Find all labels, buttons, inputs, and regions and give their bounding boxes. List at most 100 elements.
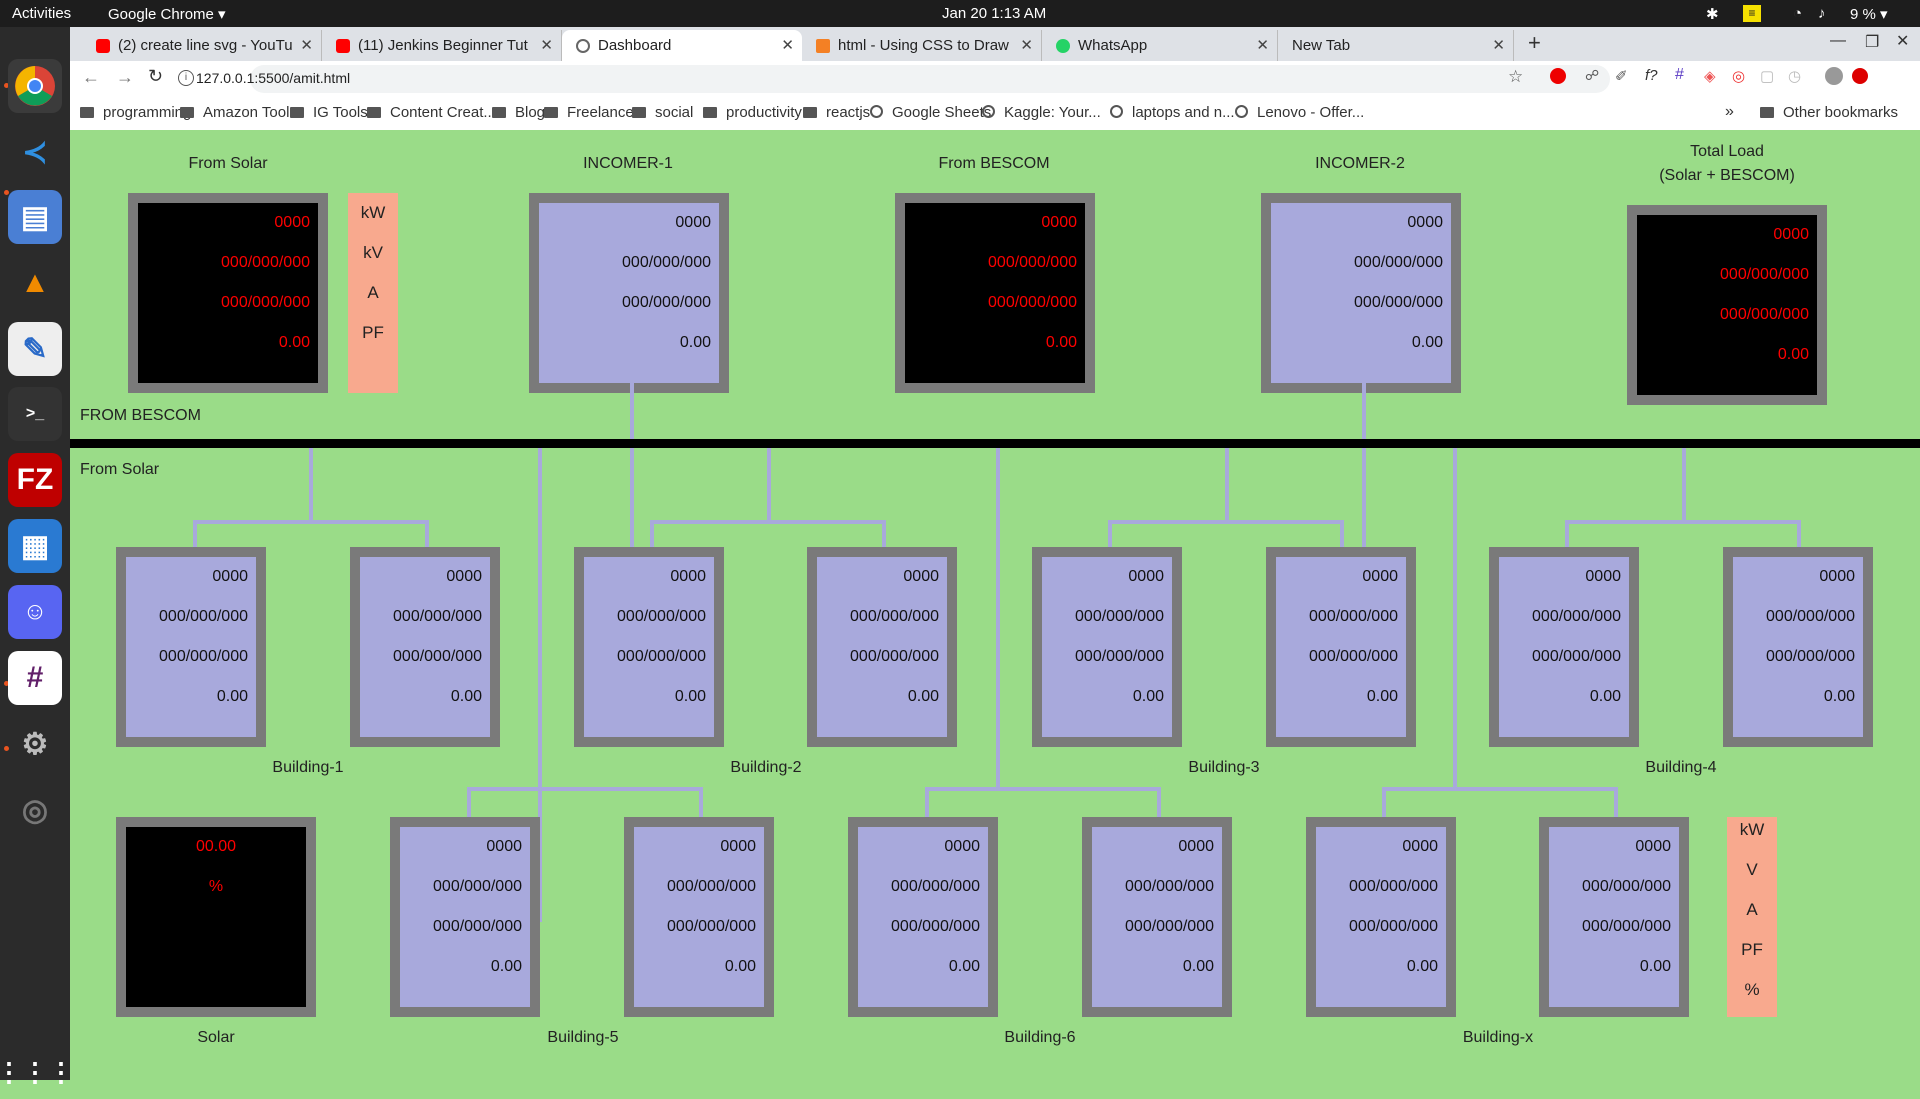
maximize-button[interactable]: ❐ — [1865, 32, 1879, 52]
text-editor-icon[interactable]: ✎ — [8, 322, 62, 376]
update-menu-icon[interactable] — [1852, 68, 1868, 84]
meter-kv: 000/000/000 — [1582, 878, 1671, 895]
clock[interactable]: Jan 20 1:13 AM — [942, 5, 1046, 22]
bookmark-link[interactable]: Lenovo - Offer... — [1235, 104, 1364, 121]
profile-avatar[interactable] — [1825, 67, 1843, 85]
pocket-extension-icon[interactable]: ◈ — [1704, 67, 1716, 85]
wifi-icon[interactable]: ◔ — [1793, 5, 1802, 22]
system-top-bar: Activities Google Chrome ▾ Jan 20 1:13 A… — [0, 0, 1920, 27]
tab-new-tab[interactable]: New Tab ✕ — [1278, 30, 1514, 61]
js-extension-icon[interactable]: ☍ — [1585, 67, 1599, 84]
new-tab-button[interactable]: + — [1528, 30, 1541, 56]
other-bookmarks-folder[interactable]: Other bookmarks — [1760, 104, 1898, 121]
close-tab-icon[interactable]: ✕ — [781, 36, 794, 54]
terminal-icon[interactable]: >_ — [8, 387, 62, 441]
meter-kw: 0000 — [486, 838, 522, 855]
more-bookmarks-icon[interactable]: » — [1725, 103, 1734, 121]
blank-extension-icon[interactable]: ▢ — [1760, 67, 1774, 85]
building-label: Building-6 — [1004, 1029, 1076, 1046]
bookmark-folder[interactable]: programming — [80, 104, 191, 121]
close-tab-icon[interactable]: ✕ — [1020, 36, 1033, 54]
bookmark-link[interactable]: Google Sheets — [870, 104, 991, 121]
bookmark-folder[interactable]: Amazon Tools — [180, 104, 297, 121]
forward-button[interactable]: → — [116, 67, 134, 88]
bookmark-folder[interactable]: social — [632, 104, 693, 121]
feeder-drop — [467, 787, 471, 817]
slack-icon[interactable]: # — [8, 651, 62, 705]
bookmark-folder[interactable]: Content Creat... — [367, 104, 496, 121]
bookmark-folder[interactable]: productivity — [703, 104, 802, 121]
total-load-heading: Total Load — [1690, 143, 1764, 160]
activities-button[interactable]: Activities — [12, 5, 71, 22]
bookmark-link[interactable]: laptops and n... — [1110, 104, 1235, 121]
meter-kw: 0000 — [274, 214, 310, 231]
meter-kw: 0000 — [1362, 568, 1398, 585]
minimize-button[interactable]: — — [1830, 32, 1846, 50]
address-bar[interactable]: i 127.0.0.1:5500/amit.html — [178, 65, 1610, 93]
feeder-line — [767, 448, 771, 524]
volume-icon[interactable]: ♪ — [1818, 5, 1826, 22]
feeder-drop — [1108, 520, 1112, 548]
feeder-line — [309, 448, 313, 524]
bookmark-folder[interactable]: Freelance — [544, 104, 634, 121]
close-tab-icon[interactable]: ✕ — [540, 36, 553, 54]
discord-icon[interactable]: ☺ — [8, 585, 62, 639]
meter-amps: 000/000/000 — [221, 294, 310, 311]
colorpick-extension-icon[interactable]: ✐ — [1615, 67, 1628, 85]
disk-icon[interactable]: ◎ — [8, 783, 62, 837]
feeder-drop — [1157, 787, 1161, 817]
opera-extension-icon[interactable] — [1550, 68, 1566, 84]
app-menu[interactable]: Google Chrome ▾ — [108, 5, 226, 23]
tab-dashboard[interactable]: Dashboard ✕ — [562, 30, 802, 61]
writer-icon[interactable]: ▦ — [8, 519, 62, 573]
feeder-line — [1682, 448, 1686, 524]
bookmark-folder[interactable]: Blog — [492, 104, 545, 121]
bookmark-star-icon[interactable]: ☆ — [1508, 67, 1523, 87]
battery-status[interactable]: 9 % ▾ — [1850, 5, 1888, 23]
youtube-icon — [336, 38, 350, 53]
settings-icon[interactable]: ⚙ — [8, 717, 62, 771]
meter-pf: 0.00 — [674, 688, 706, 705]
tab-whatsapp[interactable]: WhatsApp ✕ — [1042, 30, 1278, 61]
close-tab-icon[interactable]: ✕ — [1256, 36, 1269, 54]
meter-kw: 0000 — [903, 568, 939, 585]
incomer1-feed-line — [630, 383, 634, 569]
meter-pf: 0.00 — [948, 958, 980, 975]
unit-label: kW — [360, 203, 386, 222]
meter-percent: % — [208, 878, 224, 895]
tab-stackoverflow[interactable]: html - Using CSS to Draw ✕ — [802, 30, 1042, 61]
bookmark-folder[interactable]: IG Tools — [290, 104, 368, 121]
meter-pf: 0.00 — [1182, 958, 1214, 975]
vlc-icon[interactable]: ▲ — [8, 256, 62, 310]
reload-button[interactable]: ↻ — [148, 66, 163, 87]
fx-extension-icon[interactable]: f? — [1645, 67, 1658, 84]
close-window-button[interactable]: ✕ — [1896, 31, 1909, 51]
meter-amps: 000/000/000 — [850, 648, 939, 665]
close-tab-icon[interactable]: ✕ — [1492, 36, 1505, 54]
meter-kw: 0000 — [1819, 568, 1855, 585]
vscode-icon[interactable]: ≺ — [8, 125, 62, 179]
meter-amps: 000/000/000 — [1075, 648, 1164, 665]
notes-tray-icon[interactable]: ≡ — [1743, 5, 1761, 22]
record-extension-icon[interactable]: ◎ — [1732, 67, 1745, 85]
grid-extension-icon[interactable]: # — [1675, 66, 1684, 84]
site-info-icon[interactable]: i — [178, 70, 194, 86]
meter-pf: 0.00 — [450, 688, 482, 705]
bookmark-link[interactable]: Kaggle: Your... — [982, 104, 1101, 121]
close-tab-icon[interactable]: ✕ — [300, 36, 313, 54]
show-apps-icon[interactable]: ⋮⋮⋮ — [0, 1045, 74, 1099]
feeder-drop — [425, 520, 429, 548]
timer-extension-icon[interactable]: ◷ — [1788, 67, 1801, 85]
tab-youtube-svg[interactable]: (2) create line svg - YouTu ✕ — [82, 30, 322, 61]
back-button[interactable]: ← — [82, 67, 100, 88]
filezilla-icon[interactable]: FZ — [8, 453, 62, 507]
chrome-icon[interactable] — [8, 59, 62, 113]
tab-youtube-jenkins[interactable]: (11) Jenkins Beginner Tut ✕ — [322, 30, 562, 61]
unit-label: PF — [362, 323, 384, 342]
feeder-branch — [925, 787, 1161, 791]
feeder-drop — [1565, 520, 1569, 548]
url-text[interactable]: 127.0.0.1:5500/amit.html — [196, 70, 350, 86]
bookmark-folder[interactable]: reactjs — [803, 104, 870, 121]
slack-tray-icon[interactable]: ✱ — [1706, 5, 1719, 23]
file-manager-icon[interactable]: ▤ — [8, 190, 62, 244]
